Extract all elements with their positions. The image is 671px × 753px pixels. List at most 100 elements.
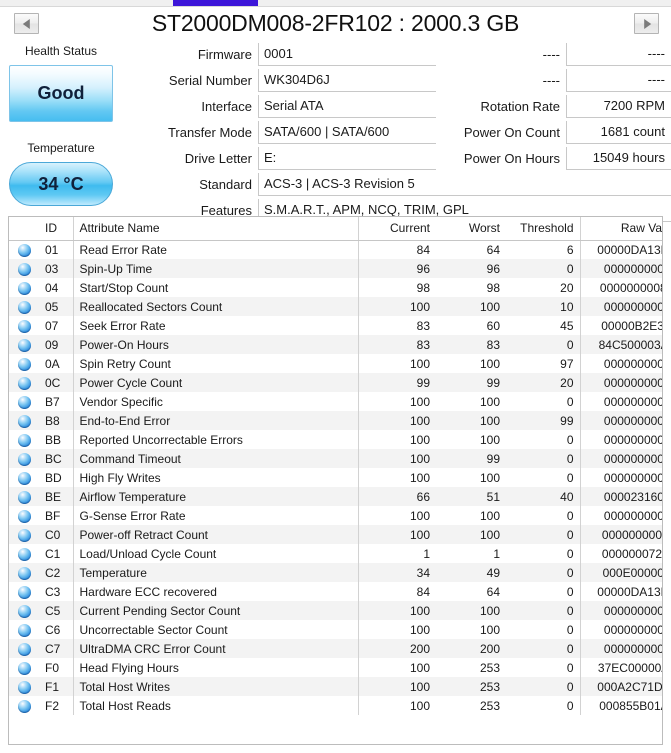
cell-raw: 000000000000 [579,620,662,639]
table-row[interactable]: C5 Current Pending Sector Count 100 100 0 000… [9,601,662,620]
table-row[interactable]: BEAirflow Temperature665140000023160022 [9,487,662,506]
status-sphere-icon [9,506,39,525]
cell-raw: 00000B2E3472 [579,316,662,335]
cell-id: C1 [39,544,73,563]
table-row[interactable]: C6 Uncorrectable Sector Count 100 100 0 00000… [9,620,662,639]
info-label-power-on-count: Power On Count [463,125,560,140]
table-row[interactable]: 04Start/Stop Count9898200000000008CC [9,278,662,297]
cell-raw: 000000000009 [579,449,662,468]
cell-current: 100 [357,297,436,316]
status-sphere-icon [9,354,39,373]
status-sphere-icon [9,335,39,354]
info-row-power-on-count: Power On Count 1681 count [436,118,671,144]
status-sphere-icon [17,376,31,390]
cell-raw: 00000007297D [579,544,662,563]
cell-worst: 100 [436,620,506,639]
status-sphere-icon [17,262,31,276]
info-row-rotation-rate: Rotation Rate 7200 RPM [436,92,671,118]
column-header-status[interactable] [9,217,39,241]
table-row[interactable]: 0ASpin Retry Count10010097000000000000 [9,354,662,373]
cell-threshold: 0 [506,639,580,658]
cell-worst: 253 [436,677,506,696]
cell-current: 83 [357,335,436,354]
health-status-badge[interactable]: Good [9,65,113,122]
cell-name: Reported Uncorrectable Errors [72,430,358,449]
table-row[interactable]: C0 Power-off Retract Count 100 100 0 00000000… [9,525,662,544]
table-row[interactable]: 03Spin-Up Time96960000000000000 [9,259,662,278]
column-header-worst[interactable]: Worst [436,217,506,241]
table-row[interactable]: BCCommand Timeout100990000000000009 [9,449,662,468]
table-row[interactable]: B7Vendor Specific1001000000000000000 [9,392,662,411]
table-row[interactable]: 09Power-On Hours8383084C500003AC9 [9,335,662,354]
cell-raw: 000000000000 [579,430,662,449]
status-sphere-icon [17,338,31,352]
cell-worst: 99 [436,373,506,392]
cell-id: 04 [39,278,73,297]
status-sphere-icon [9,639,39,658]
cell-threshold: 6 [506,240,580,259]
cell-name: Hardware ECC recovered [72,582,358,601]
right-triangle-icon [643,18,651,29]
status-sphere-icon [17,680,31,694]
table-row[interactable]: F2Total Host Reads1002530000855B01A9C [9,696,662,715]
cell-threshold: 99 [506,411,580,430]
column-header-name[interactable]: Attribute Name [72,217,358,241]
cell-id: 07 [39,316,73,335]
health-status-value: Good [37,83,85,103]
info-value-blank-2: ---- [566,69,671,92]
column-header-raw[interactable]: Raw Values [579,217,662,241]
cell-current: 84 [357,240,436,259]
temperature-badge[interactable]: 34 °C [9,162,113,206]
status-sphere-icon [17,623,31,637]
status-sphere-icon [9,373,39,392]
table-row[interactable]: BB Reported Uncorrectable Errors 100 100 0 00… [9,430,662,449]
table-row[interactable]: F0Head Flying Hours100253037EC00000A7A [9,658,662,677]
smart-attributes-table[interactable]: ID Attribute Name Current Worst Threshol… [8,216,663,745]
cell-raw: 000000000691 [579,373,662,392]
cell-current: 100 [357,449,436,468]
info-label-firmware: Firmware [197,47,252,62]
cell-worst: 253 [436,696,506,715]
table-row[interactable]: 05 Reallocated Sectors Count 100 100 10 00000… [9,297,662,316]
column-header-current[interactable]: Current [357,217,436,241]
cell-worst: 49 [436,563,506,582]
column-header-threshold[interactable]: Threshold [506,217,580,241]
status-sphere-icon [9,468,39,487]
cell-id: 09 [39,335,73,354]
cell-raw: 37EC00000A7A [579,658,662,677]
table-row[interactable]: 07Seek Error Rate83604500000B2E3472 [9,316,662,335]
cell-raw: 000000000000 [579,639,662,658]
table-row[interactable]: C1Load/Unload Cycle Count11000000007297D [9,544,662,563]
cell-raw: 000000000000 [579,297,662,316]
cell-threshold: 0 [506,335,580,354]
table-row[interactable]: C2Temperature34490000E00000022 [9,563,662,582]
cell-current: 100 [357,506,436,525]
cell-worst: 100 [436,506,506,525]
cell-threshold: 10 [506,297,580,316]
cell-name: G-Sense Error Rate [72,506,358,525]
table-row[interactable]: BDHigh Fly Writes1001000000000000000 [9,468,662,487]
cell-id: C7 [39,639,73,658]
cell-current: 100 [357,620,436,639]
table-row[interactable]: 01Read Error Rate8464600000DA13EC1 [9,240,662,259]
column-header-id[interactable]: ID [39,217,73,241]
cell-worst: 64 [436,240,506,259]
info-value-rotation-rate: 7200 RPM [566,95,671,118]
cell-current: 100 [357,677,436,696]
cell-id: F1 [39,677,73,696]
next-drive-button[interactable] [634,13,659,34]
menu-bar-strip[interactable] [0,0,671,7]
table-row[interactable]: 0CPower Cycle Count999920000000000691 [9,373,662,392]
status-sphere-icon [9,620,39,639]
table-row[interactable]: BFG-Sense Error Rate1001000000000000000 [9,506,662,525]
cell-id: B8 [39,411,73,430]
table-row[interactable]: B8End-to-End Error10010099000000000000 [9,411,662,430]
status-sphere-icon [9,487,39,506]
cell-raw: 00000DA13EC1 [579,240,662,259]
table-row[interactable]: C3Hardware ECC recovered8464000000DA13EC… [9,582,662,601]
table-row[interactable]: F1Total Host Writes1002530000A2C71DB99 [9,677,662,696]
cell-threshold: 0 [506,259,580,278]
cell-current: 34 [357,563,436,582]
cell-raw: 000855B01A9C [579,696,662,715]
table-row[interactable]: C7 UltraDMA CRC Error Count 200 200 0 0000000… [9,639,662,658]
